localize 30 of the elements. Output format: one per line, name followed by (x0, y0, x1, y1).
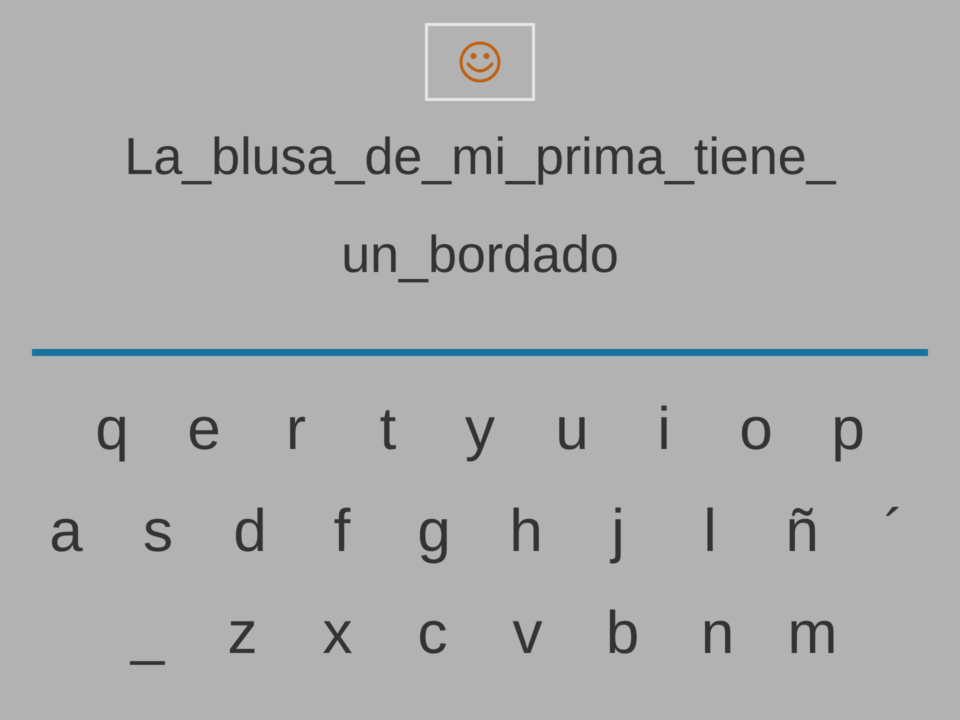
letter-key[interactable]: t (343, 393, 433, 465)
letter-key[interactable]: l (665, 495, 755, 567)
sentence-line: La_blusa_de_mi_prima_tiene_ (124, 127, 836, 188)
letter-key[interactable]: r (251, 393, 341, 465)
letter-key[interactable]: j (573, 495, 663, 567)
letter-key[interactable]: m (766, 597, 859, 669)
letter-key[interactable]: h (481, 495, 571, 567)
letter-key[interactable]: v (481, 597, 574, 669)
letter-key[interactable]: b (576, 597, 669, 669)
letter-key[interactable]: c (386, 597, 479, 669)
letter-key[interactable]: a (21, 495, 111, 567)
letter-key[interactable]: e (159, 393, 249, 465)
letter-key[interactable]: q (67, 393, 157, 465)
letter-key[interactable]: g (389, 495, 479, 567)
letter-key[interactable]: ´ (849, 495, 939, 567)
letter-key[interactable]: n (671, 597, 764, 669)
letter-key[interactable]: o (711, 393, 801, 465)
letter-key[interactable]: x (291, 597, 384, 669)
letter-key[interactable]: d (205, 495, 295, 567)
smiley-icon (458, 40, 502, 84)
letter-key[interactable]: y (435, 393, 525, 465)
letter-key[interactable]: z (196, 597, 289, 669)
letter-key[interactable]: f (297, 495, 387, 567)
letter-key[interactable]: u (527, 393, 617, 465)
letter-key[interactable]: _ (101, 597, 194, 669)
letter-key[interactable]: i (619, 393, 709, 465)
letter-key[interactable]: p (803, 393, 893, 465)
sentence-line: un_bordado (341, 225, 619, 286)
letter-key[interactable]: ñ (757, 495, 847, 567)
letter-key[interactable]: s (113, 495, 203, 567)
